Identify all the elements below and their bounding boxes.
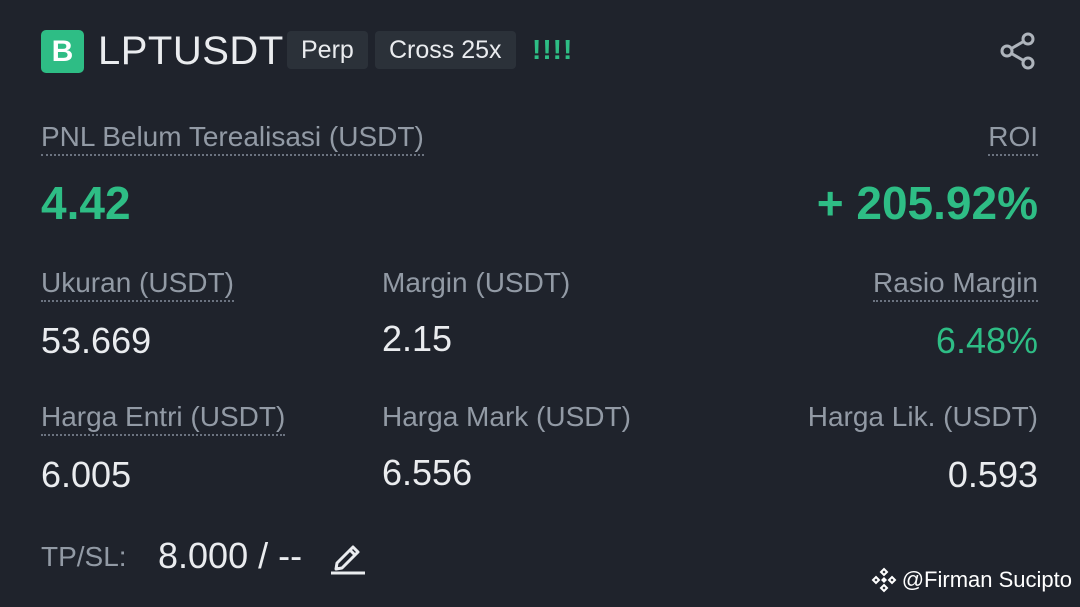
symbol-title[interactable]: LPTUSDT bbox=[98, 27, 284, 75]
contract-type-tag: Perp bbox=[287, 31, 368, 69]
unrealized-pnl-value: 4.42 bbox=[41, 177, 131, 229]
entry-price-label[interactable]: Harga Entri (USDT) bbox=[41, 401, 286, 436]
margin-value: 2.15 bbox=[382, 318, 453, 359]
liq-price-value: 0.593 bbox=[947, 454, 1038, 495]
risk-level-indicator: !!!! bbox=[532, 34, 574, 65]
binance-diamond-icon bbox=[870, 566, 898, 594]
size-label[interactable]: Ukuran (USDT) bbox=[41, 267, 234, 302]
mark-price-label: Harga Mark (USDT) bbox=[382, 401, 631, 432]
size-value: 53.669 bbox=[41, 320, 152, 361]
liq-price-label: Harga Lik. (USDT) bbox=[807, 401, 1038, 432]
margin-ratio-label[interactable]: Rasio Margin bbox=[873, 267, 1038, 302]
margin-ratio-value: 6.48% bbox=[935, 320, 1038, 361]
position-side-badge: B bbox=[41, 30, 84, 73]
mark-price-value: 6.556 bbox=[382, 452, 473, 493]
tpsl-value: 8.000 / -- bbox=[158, 535, 303, 576]
edit-icon[interactable] bbox=[329, 537, 367, 575]
entry-price-value: 6.005 bbox=[41, 454, 132, 495]
roi-label[interactable]: ROI bbox=[988, 121, 1038, 156]
watermark: @Firman Sucipto bbox=[870, 565, 1072, 595]
tpsl-label: TP/SL: bbox=[41, 541, 127, 572]
watermark-text: @Firman Sucipto bbox=[901, 567, 1072, 592]
unrealized-pnl-label[interactable]: PNL Belum Terealisasi (USDT) bbox=[41, 121, 424, 156]
margin-mode-tag[interactable]: Cross 25x bbox=[375, 31, 516, 69]
margin-label: Margin (USDT) bbox=[382, 267, 571, 298]
roi-value: + 205.92% bbox=[816, 177, 1038, 229]
share-icon[interactable] bbox=[998, 31, 1038, 71]
